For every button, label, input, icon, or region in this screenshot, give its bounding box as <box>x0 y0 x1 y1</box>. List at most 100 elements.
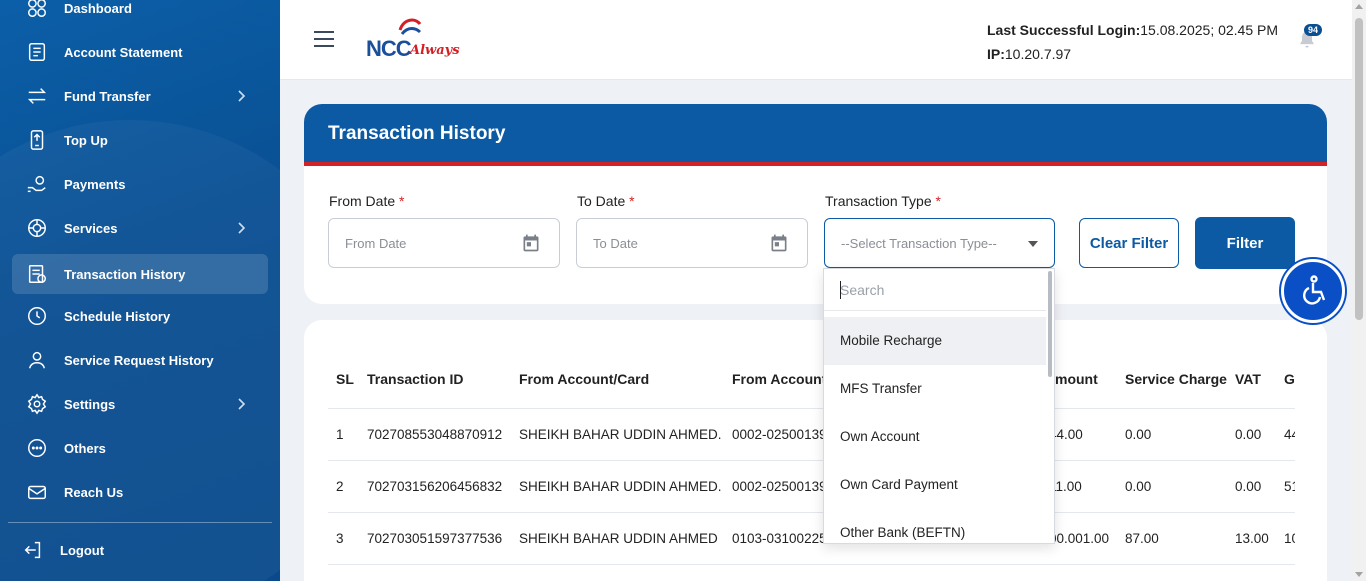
dashboard-icon <box>26 0 48 19</box>
page-title: Transaction History <box>304 104 1327 166</box>
sidebar-item-settings[interactable]: Settings <box>12 384 268 424</box>
cell-vat: 0.00 <box>1235 479 1262 494</box>
sidebar-item-label: Dashboard <box>64 0 132 16</box>
dropdown-search-placeholder: Search <box>840 282 885 298</box>
sidebar-item-top-up[interactable]: Top Up <box>12 120 268 160</box>
request-icon <box>26 349 48 371</box>
to-date-label: To Date * <box>577 193 635 209</box>
row-divider <box>328 460 1296 461</box>
sidebar-item-label: Schedule History <box>64 308 171 324</box>
ncc-logo: NCC Always <box>366 16 466 66</box>
sidebar-item-reach-us[interactable]: Reach Us <box>12 472 268 512</box>
to-date-placeholder: To Date <box>593 236 638 251</box>
from-date-input[interactable]: From Date <box>328 218 560 268</box>
scroll-up-icon[interactable] <box>1355 4 1363 9</box>
gear-icon <box>26 393 48 415</box>
clear-filter-button[interactable]: Clear Filter <box>1079 218 1179 268</box>
cell-transaction-id: 702703156206456832 <box>367 479 503 494</box>
chevron-right-icon <box>234 89 248 103</box>
sidebar-item-label: Account Statement <box>64 44 183 60</box>
sidebar-item-label: Top Up <box>64 132 108 148</box>
transaction-type-placeholder: --Select Transaction Type-- <box>841 236 997 251</box>
top-header: NCC Always Last Successful Login:15.08.2… <box>280 0 1352 80</box>
column-header-vat: VAT <box>1235 371 1261 387</box>
cell-from-name: SHEIKH BAHAR UDDIN AHMED. <box>519 479 722 494</box>
cell-transaction-id: 702708553048870912 <box>367 427 503 442</box>
transaction-type-dropdown: Search Mobile Recharge MFS Transfer Own … <box>823 268 1055 544</box>
ip-label: IP: <box>987 46 1005 62</box>
chevron-right-icon <box>234 221 248 235</box>
cell-amount: 00.001.00 <box>1049 531 1110 546</box>
sidebar-item-account-statement[interactable]: Account Statement <box>12 32 268 72</box>
calendar-icon[interactable] <box>521 233 541 253</box>
to-date-input[interactable]: To Date <box>576 218 808 268</box>
cell-transaction-id: 702703051597377536 <box>367 531 503 546</box>
services-icon <box>26 217 48 239</box>
calendar-icon[interactable] <box>769 233 789 253</box>
cell-service-charge: 87.00 <box>1125 531 1159 546</box>
sidebar-item-transaction-history[interactable]: Transaction History <box>12 254 268 294</box>
payments-icon <box>26 173 48 195</box>
cell-from-account: 0103-03100225 <box>732 531 827 546</box>
column-header-amount: mount <box>1055 371 1098 387</box>
dropdown-option[interactable]: MFS Transfer <box>824 365 1046 413</box>
from-date-placeholder: From Date <box>345 236 407 251</box>
dropdown-option[interactable]: Own Account <box>824 413 1046 461</box>
column-header-service-charge: Service Charge <box>1125 371 1227 387</box>
dropdown-option[interactable]: Own Card Payment <box>824 461 1046 509</box>
row-divider <box>328 408 1296 409</box>
logout-button[interactable]: Logout <box>8 530 264 570</box>
wheelchair-icon <box>1302 275 1326 305</box>
dropdown-option[interactable]: Mobile Recharge <box>824 317 1046 365</box>
topup-icon <box>26 129 48 151</box>
history-icon <box>26 263 48 285</box>
last-login-label: Last Successful Login: <box>987 22 1141 38</box>
sidebar-item-label: Others <box>64 440 106 456</box>
sidebar-item-services[interactable]: Services <box>12 208 268 248</box>
caret-down-icon <box>1028 241 1038 247</box>
scrollbar-thumb[interactable] <box>1355 18 1363 320</box>
statement-icon <box>26 41 48 63</box>
row-divider <box>328 564 1296 565</box>
login-info: Last Successful Login:15.08.2025; 02.45 … <box>987 18 1278 66</box>
logo-swoosh-icon <box>398 18 422 35</box>
column-header-g: G <box>1284 371 1295 387</box>
sidebar-item-label: Reach Us <box>64 484 124 500</box>
logo-main-text: NCC <box>366 36 412 61</box>
sidebar-item-dashboard[interactable]: Dashboard <box>12 0 268 28</box>
cell-from-name: SHEIKH BAHAR UDDIN AHMED. <box>519 427 722 442</box>
sidebar-item-schedule-history[interactable]: Schedule History <box>12 296 268 336</box>
transaction-type-select[interactable]: --Select Transaction Type-- <box>824 218 1055 268</box>
logout-label: Logout <box>60 542 105 558</box>
page-scrollbar[interactable] <box>1352 0 1366 581</box>
column-header-transaction-id: Transaction ID <box>367 371 464 387</box>
accessibility-button[interactable] <box>1281 259 1345 323</box>
logout-icon <box>22 539 44 561</box>
more-icon <box>26 437 48 459</box>
column-header-sl: SL <box>336 371 354 387</box>
column-header-from-account-card: From Account/Card <box>519 371 650 387</box>
dropdown-scrollbar[interactable] <box>1048 271 1052 377</box>
sidebar-item-service-request-history[interactable]: Service Request History <box>12 340 268 380</box>
sidebar-item-others[interactable]: Others <box>12 428 268 468</box>
menu-toggle-icon[interactable] <box>314 31 334 49</box>
table-clip-mask <box>1295 320 1327 581</box>
sidebar-divider <box>8 522 272 523</box>
cell-vat: 13.00 <box>1235 531 1269 546</box>
sidebar-item-payments[interactable]: Payments <box>12 164 268 204</box>
cell-service-charge: 0.00 <box>1125 427 1152 442</box>
filter-button[interactable]: Filter <box>1195 217 1295 269</box>
last-login-value: 15.08.2025; 02.45 PM <box>1140 22 1279 38</box>
sidebar-item-label: Payments <box>64 176 126 192</box>
cell-vat: 0.00 <box>1235 427 1262 442</box>
scroll-down-icon[interactable] <box>1355 572 1363 577</box>
transfer-icon <box>26 85 48 107</box>
sidebar-item-label: Transaction History <box>64 266 186 282</box>
dropdown-option[interactable]: Other Bank (BEFTN) <box>824 509 1046 543</box>
ip-value: 10.20.7.97 <box>1004 46 1072 62</box>
clock-icon <box>26 305 48 327</box>
sidebar-item-fund-transfer[interactable]: Fund Transfer <box>12 76 268 116</box>
cell-sl: 1 <box>336 427 344 442</box>
dropdown-search-input[interactable]: Search <box>824 269 1046 311</box>
filter-card: Transaction History From Date * From Dat… <box>304 104 1327 304</box>
